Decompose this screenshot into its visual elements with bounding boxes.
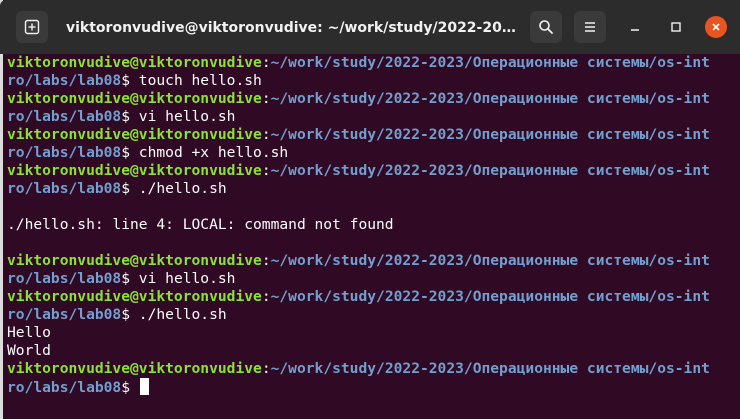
terminal-line: viktoronvudive@viktoronvudive:~/work/stu… xyxy=(7,288,738,306)
command-text: World xyxy=(7,342,51,359)
command-text: $ touch hello.sh xyxy=(121,72,262,89)
prompt-path: ~/work/study/2022-2023/Операционные сист… xyxy=(270,252,710,269)
terminal-window: viktoronvudive@viktoronvudive: ~/work/st… xyxy=(0,0,740,419)
terminal-line: viktoronvudive@viktoronvudive:~/work/stu… xyxy=(7,90,738,108)
prompt-path: ~/work/study/2022-2023/Операционные сист… xyxy=(270,162,710,179)
maximize-button[interactable] xyxy=(660,11,692,43)
terminal-line: ro/labs/lab08$ vi hello.sh xyxy=(7,270,738,288)
prompt-path: ro/labs/lab08 xyxy=(7,180,122,197)
prompt-path: ro/labs/lab08 xyxy=(7,270,122,287)
prompt-user: viktoronvudive@viktoronvudive xyxy=(7,162,262,179)
terminal-line: World xyxy=(7,342,738,360)
prompt-path: ro/labs/lab08 xyxy=(7,108,122,125)
prompt-separator: : xyxy=(261,126,271,143)
terminal-line: ro/labs/lab08$ vi hello.sh xyxy=(7,108,738,126)
minimize-button[interactable] xyxy=(619,11,651,43)
terminal-line: ro/labs/lab08$ touch hello.sh xyxy=(7,72,738,90)
title-bar[interactable]: viktoronvudive@viktoronvudive: ~/work/st… xyxy=(0,0,740,54)
prompt-path: ~/work/study/2022-2023/Операционные сист… xyxy=(270,360,710,377)
close-button-circle[interactable] xyxy=(705,16,727,38)
prompt-user: viktoronvudive@viktoronvudive xyxy=(7,90,262,107)
prompt-path: ~/work/study/2022-2023/Операционные сист… xyxy=(270,90,710,107)
prompt-user: viktoronvudive@viktoronvudive xyxy=(7,54,262,71)
terminal-line: ro/labs/lab08$ ./hello.sh xyxy=(7,180,738,198)
prompt-separator: : xyxy=(261,360,271,377)
prompt-user: viktoronvudive@viktoronvudive xyxy=(7,252,262,269)
terminal-output[interactable]: viktoronvudive@viktoronvudive:~/work/stu… xyxy=(3,54,738,419)
terminal-line: viktoronvudive@viktoronvudive:~/work/stu… xyxy=(7,126,738,144)
terminal-line: viktoronvudive@viktoronvudive:~/work/stu… xyxy=(7,252,738,270)
new-tab-icon xyxy=(24,19,40,35)
menu-button[interactable] xyxy=(574,11,606,43)
prompt-path: ~/work/study/2022-2023/Операционные сист… xyxy=(270,288,710,305)
terminal-line: viktoronvudive@viktoronvudive:~/work/stu… xyxy=(7,360,738,378)
prompt-separator: : xyxy=(261,90,271,107)
window-title: viktoronvudive@viktoronvudive: ~/work/st… xyxy=(66,20,516,36)
prompt-user: viktoronvudive@viktoronvudive xyxy=(7,360,262,377)
maximize-icon xyxy=(671,22,681,32)
prompt-path: ro/labs/lab08 xyxy=(7,72,122,89)
prompt-user: viktoronvudive@viktoronvudive xyxy=(7,288,262,305)
close-icon xyxy=(712,23,720,31)
terminal-line: ro/labs/lab08$ ./hello.sh xyxy=(7,306,738,324)
command-text: $ xyxy=(121,379,139,396)
command-text: $ ./hello.sh xyxy=(121,180,227,197)
prompt-user: viktoronvudive@viktoronvudive xyxy=(7,126,262,143)
terminal-line: ro/labs/lab08$ xyxy=(7,378,738,396)
prompt-separator: : xyxy=(261,162,271,179)
command-text: Hello xyxy=(7,324,51,341)
prompt-separator: : xyxy=(261,288,271,305)
prompt-path: ~/work/study/2022-2023/Операционные сист… xyxy=(270,126,710,143)
search-button[interactable] xyxy=(530,11,562,43)
prompt-separator: : xyxy=(261,54,271,71)
search-icon xyxy=(539,20,553,34)
terminal-line: viktoronvudive@viktoronvudive:~/work/stu… xyxy=(7,54,738,72)
text-cursor xyxy=(139,378,149,395)
terminal-line: ro/labs/lab08$ chmod +x hello.sh xyxy=(7,144,738,162)
close-button[interactable] xyxy=(700,11,732,43)
command-text: $ vi hello.sh xyxy=(121,270,236,287)
prompt-path: ro/labs/lab08 xyxy=(7,144,122,161)
new-tab-button[interactable] xyxy=(16,11,48,43)
command-text: $ vi hello.sh xyxy=(121,108,236,125)
prompt-separator: : xyxy=(261,252,271,269)
hamburger-menu-icon xyxy=(585,22,595,32)
command-text: $ ./hello.sh xyxy=(121,306,227,323)
command-text: $ chmod +x hello.sh xyxy=(121,144,289,161)
prompt-path: ro/labs/lab08 xyxy=(7,306,122,323)
terminal-line: viktoronvudive@viktoronvudive:~/work/stu… xyxy=(7,162,738,180)
terminal-line: Hello xyxy=(7,324,738,342)
prompt-path: ro/labs/lab08 xyxy=(7,379,122,396)
minimize-icon xyxy=(631,29,639,31)
terminal-line: ./hello.sh: line 4: LOCAL: command not f… xyxy=(7,216,738,234)
prompt-path: ~/work/study/2022-2023/Операционные сист… xyxy=(270,54,710,71)
command-text: ./hello.sh: line 4: LOCAL: command not f… xyxy=(7,216,394,233)
